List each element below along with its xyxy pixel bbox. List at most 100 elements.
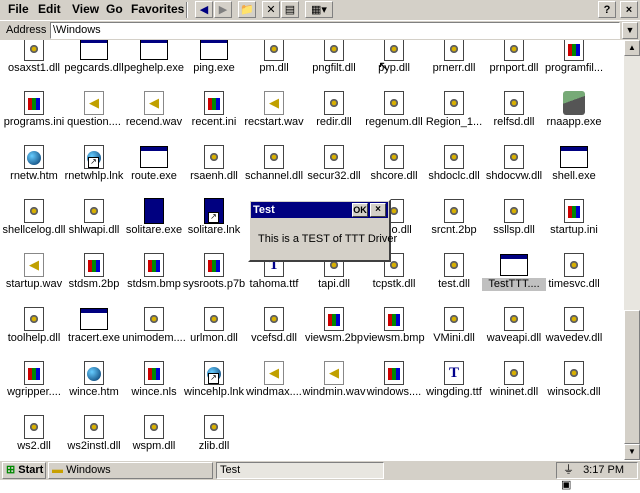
help-button[interactable]: ? (598, 1, 616, 18)
file-item[interactable]: Region_1... (422, 90, 486, 129)
file-item[interactable]: viewsm.bmp (362, 306, 426, 345)
file-item[interactable]: rnetwhlp.lnk (62, 144, 126, 183)
file-item[interactable]: shcore.dll (362, 144, 426, 183)
file-item[interactable]: test.dll (422, 252, 486, 291)
file-item[interactable]: recstart.wav (242, 90, 306, 129)
menu-file[interactable]: File (8, 2, 29, 16)
file-item[interactable]: urlmon.dll (182, 306, 246, 345)
scroll-up-icon[interactable]: ▲ (624, 40, 640, 56)
file-item[interactable]: pyp.dll (362, 40, 426, 75)
file-item[interactable]: startup.wav (2, 252, 66, 291)
file-item[interactable]: unimodem.... (122, 306, 186, 345)
file-item[interactable]: osaxst1.dll (2, 40, 66, 75)
file-item[interactable]: pngfilt.dll (302, 40, 366, 75)
file-item[interactable]: ws2instl.dll (62, 414, 126, 453)
menu-go[interactable]: Go (106, 2, 123, 16)
file-item[interactable]: tracert.exe (62, 306, 126, 345)
menu-favorites[interactable]: Favorites (131, 2, 184, 16)
file-item[interactable]: recent.ini (182, 90, 246, 129)
file-item[interactable]: schannel.dll (242, 144, 306, 183)
scroll-down-icon[interactable]: ▼ (624, 444, 640, 460)
file-item[interactable]: ping.exe (182, 40, 246, 75)
file-item[interactable]: programs.ini (2, 90, 66, 129)
file-item[interactable]: VMini.dll (422, 306, 486, 345)
file-item[interactable]: zlib.dll (182, 414, 246, 453)
file-item[interactable]: shell.exe (542, 144, 606, 183)
desktop-icon[interactable]: ▣ (561, 479, 571, 491)
file-item[interactable]: viewsm.2bp (302, 306, 366, 345)
chevron-down-icon[interactable]: ▼ (622, 22, 638, 39)
file-item[interactable]: windows.... (362, 360, 426, 399)
file-item[interactable]: route.exe (122, 144, 186, 183)
file-item[interactable]: stdsm.bmp (122, 252, 186, 291)
dialog-close-button[interactable]: × (370, 203, 386, 217)
file-item-label: timesvc.dll (548, 278, 600, 290)
taskbar-button-test[interactable]: Test (216, 462, 384, 479)
menu-view[interactable]: View (72, 2, 99, 16)
file-item[interactable]: wavedev.dll (542, 306, 606, 345)
file-item[interactable]: startup.ini (542, 198, 606, 237)
file-item[interactable]: prnerr.dll (422, 40, 486, 75)
file-item[interactable]: timesvc.dll (542, 252, 606, 291)
file-item[interactable]: waveapi.dll (482, 306, 546, 345)
network-icon[interactable]: ⏚ (563, 464, 574, 476)
file-item[interactable]: redir.dll (302, 90, 366, 129)
file-item[interactable]: wgripper.... (2, 360, 66, 399)
clock: 3:17 PM (583, 464, 625, 476)
properties-icon[interactable]: ▤ (281, 1, 299, 18)
file-item[interactable]: pegcards.dll (62, 40, 126, 75)
file-item[interactable]: Twingding.ttf (422, 360, 486, 399)
file-item[interactable]: winsock.dll (542, 360, 606, 399)
taskbar-button-windows[interactable]: ▬ Windows (48, 462, 213, 479)
file-item[interactable]: sysroots.p7b (182, 252, 246, 291)
dll-file-icon (24, 40, 44, 61)
file-item[interactable]: srcnt.2bp (422, 198, 486, 237)
scroll-thumb[interactable] (624, 310, 640, 444)
file-item[interactable]: shellcelog.dll (2, 198, 66, 237)
views-icon[interactable]: ▦▾ (305, 1, 333, 18)
start-button[interactable]: ⊞ Start (2, 462, 46, 479)
file-item[interactable]: shdocvw.dll (482, 144, 546, 183)
file-item[interactable]: rnetw.htm (2, 144, 66, 183)
file-item[interactable]: wince.htm (62, 360, 126, 399)
menu-edit[interactable]: Edit (38, 2, 61, 16)
file-item[interactable]: secur32.dll (302, 144, 366, 183)
file-item[interactable]: pm.dll (242, 40, 306, 75)
forward-icon[interactable]: ▶ (214, 1, 232, 18)
file-item[interactable]: wincehlp.lnk (182, 360, 246, 399)
ok-button[interactable]: OK (352, 203, 368, 217)
file-item-label: wincehlp.lnk (184, 386, 244, 398)
file-item[interactable]: wspm.dll (122, 414, 186, 453)
file-item[interactable]: shlwapi.dll (62, 198, 126, 237)
file-item[interactable]: windmin.wav (302, 360, 366, 399)
file-item[interactable]: programfil... (542, 40, 606, 75)
file-item[interactable]: rsaenh.dll (182, 144, 246, 183)
file-item[interactable]: wininet.dll (482, 360, 546, 399)
back-icon[interactable]: ◀ (195, 1, 213, 18)
file-item[interactable]: windmax.... (242, 360, 306, 399)
shortcut-icon (204, 361, 224, 385)
delete-icon[interactable]: ✕ (262, 1, 280, 18)
file-item[interactable]: stdsm.2bp (62, 252, 126, 291)
file-item[interactable]: ws2.dll (2, 414, 66, 453)
file-item[interactable]: ssllsp.dll (482, 198, 546, 237)
vertical-scrollbar[interactable]: ▲ ▼ (624, 40, 640, 460)
file-item[interactable]: recend.wav (122, 90, 186, 129)
file-item[interactable]: rnaapp.exe (542, 90, 606, 129)
file-item[interactable]: shdoclc.dll (422, 144, 486, 183)
file-item[interactable]: regenum.dll (362, 90, 426, 129)
file-item[interactable]: toolhelp.dll (2, 306, 66, 345)
file-item-label: test.dll (438, 278, 470, 290)
file-item[interactable]: vcefsd.dll (242, 306, 306, 345)
file-item[interactable]: peghelp.exe (122, 40, 186, 75)
file-item[interactable]: solitare.exe (122, 198, 186, 237)
address-input[interactable]: \Windows (50, 22, 620, 39)
file-item[interactable]: solitare.lnk (182, 198, 246, 237)
file-item[interactable]: prnport.dll (482, 40, 546, 75)
file-item[interactable]: wince.nls (122, 360, 186, 399)
file-item[interactable]: question.... (62, 90, 126, 129)
up-folder-icon[interactable]: 📁 (238, 1, 256, 18)
file-item[interactable]: TestTTT.... (482, 252, 546, 291)
close-button[interactable]: × (620, 1, 638, 18)
file-item[interactable]: relfsd.dll (482, 90, 546, 129)
